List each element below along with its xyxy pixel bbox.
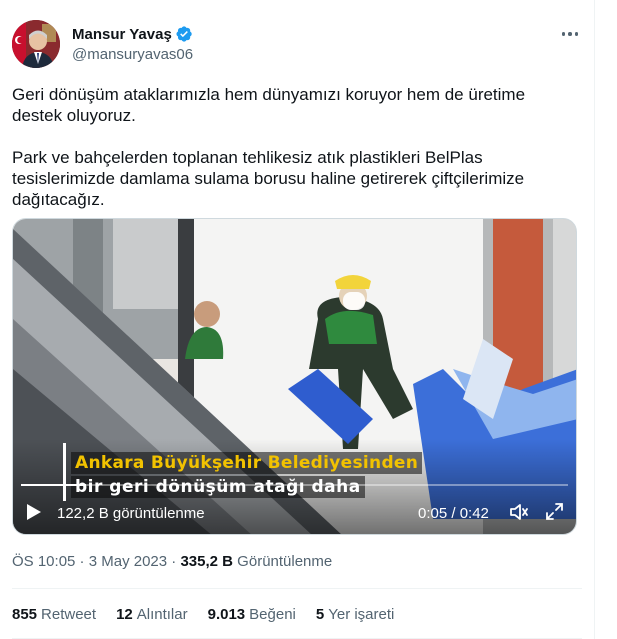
stat-quotes[interactable]: 12 Alıntılar xyxy=(116,606,188,626)
video-progress-bar[interactable] xyxy=(21,484,568,486)
tweet-paragraph: Park ve bahçelerden toplanan tehlikesiz … xyxy=(12,148,525,209)
display-name[interactable]: Mansur Yavaş xyxy=(72,26,172,43)
avatar[interactable] xyxy=(12,20,60,68)
display-name-row: Mansur Yavaş xyxy=(72,24,193,44)
video-caption-line2: bir geri dönüşüm atağı daha xyxy=(71,476,365,498)
volume-icon[interactable] xyxy=(509,502,529,522)
fullscreen-icon[interactable] xyxy=(545,502,564,521)
video-views: 122,2 B görüntülenme xyxy=(57,505,205,522)
tweet-header: Mansur Yavaş @mansuryavas06 xyxy=(12,18,582,68)
verified-badge-icon xyxy=(176,26,192,42)
tweet-text: Geri dönüşüm ataklarımızla hem dünyamızı… xyxy=(12,84,572,210)
play-icon[interactable] xyxy=(26,503,42,521)
stat-count: 9.013 xyxy=(207,606,246,623)
engagement-stats: 855 Retweet 12 Alıntılar 9.013 Beğeni 5 Yer … xyxy=(12,606,582,626)
video-caption-line1: Ankara Büyükşehir Belediyesinden xyxy=(71,452,423,474)
meta-separator: · xyxy=(75,553,89,570)
more-options-icon[interactable] xyxy=(558,24,582,44)
author-names: Mansur Yavaş @mansuryavas06 xyxy=(72,24,193,64)
stat-likes[interactable]: 9.013 Beğeni xyxy=(208,606,296,626)
video-player[interactable]: Ankara Büyükşehir Belediyesinden bir ger… xyxy=(12,218,577,535)
tweet-meta: ÖS 10:05 · 3 May 2023 · 335,2 B Görüntül… xyxy=(12,553,332,570)
stat-count: 5 xyxy=(315,606,325,623)
video-controls: 122,2 B görüntülenme 0:05 / 0:42 xyxy=(13,497,576,531)
video-progress-fill xyxy=(21,484,87,486)
stat-label: Beğeni xyxy=(249,606,296,623)
tweet-views-count: 335,2 B xyxy=(180,553,234,570)
stat-label: Yer işareti xyxy=(328,606,395,623)
tweet-date[interactable]: 3 May 2023 xyxy=(89,553,167,570)
divider xyxy=(12,588,582,589)
stat-retweets[interactable]: 855 Retweet xyxy=(12,606,96,626)
stat-label: Alıntılar xyxy=(136,606,188,623)
tweet-paragraph: Geri dönüşüm ataklarımızla hem dünyamızı… xyxy=(12,85,526,125)
tweet-time[interactable]: ÖS 10:05 xyxy=(12,553,75,570)
video-caption: Ankara Büyükşehir Belediyesinden bir ger… xyxy=(71,452,423,498)
caption-accent-bar xyxy=(63,443,66,501)
column-border xyxy=(594,0,595,639)
tweet-views-label: Görüntülenme xyxy=(233,553,333,570)
video-time: 0:05 / 0:42 xyxy=(418,505,489,522)
meta-separator: · xyxy=(167,553,181,570)
stat-count: 855 xyxy=(12,606,38,623)
stat-label: Retweet xyxy=(41,606,97,623)
stat-count: 12 xyxy=(116,606,133,623)
stat-bookmarks[interactable]: 5 Yer işareti xyxy=(316,606,395,626)
handle[interactable]: @mansuryavas06 xyxy=(72,46,193,63)
